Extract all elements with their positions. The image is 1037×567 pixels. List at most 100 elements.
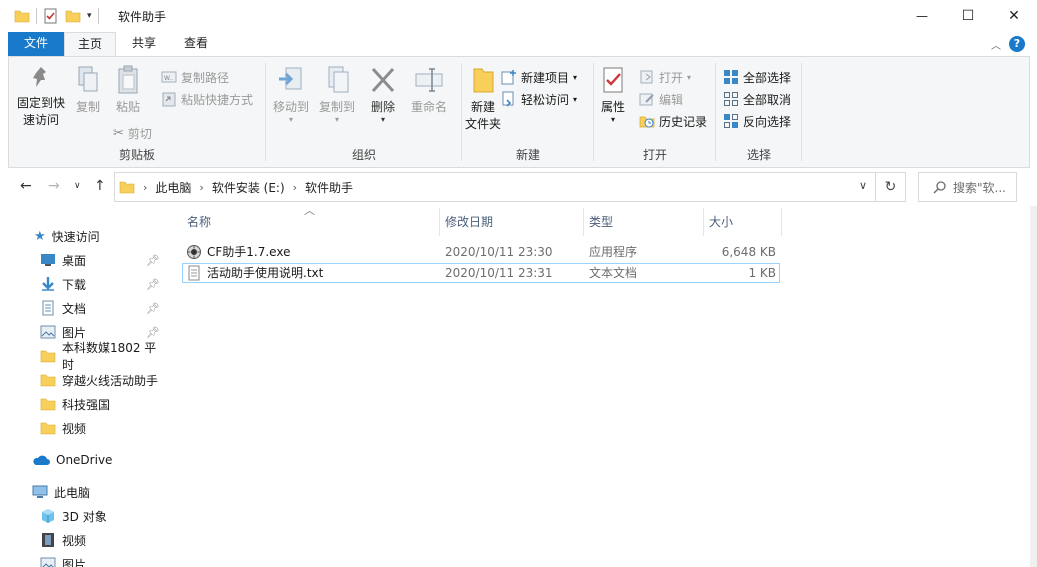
breadcrumb-current-folder[interactable]: 软件助手 <box>305 179 353 196</box>
column-separator[interactable] <box>781 208 782 236</box>
folder-icon <box>40 350 56 363</box>
paste-shortcut-icon <box>162 92 176 107</box>
nav-item-pictures[interactable]: 图片 <box>0 553 168 567</box>
new-folder-label-line1: 新建 <box>470 100 495 114</box>
nav-item-desktop[interactable]: 桌面 📌︎ <box>0 249 168 271</box>
nav-item-label: 穿越火线活动助手 <box>62 373 159 388</box>
pin-icon[interactable]: 📌︎ <box>146 302 160 315</box>
new-item-dropdown-icon: ▾ <box>573 72 578 82</box>
minimize-icon: — <box>916 9 928 23</box>
copy-button[interactable]: 复制 <box>71 65 105 116</box>
close-icon: ✕ <box>1008 8 1020 24</box>
invert-selection-button[interactable]: 反向选择 <box>723 111 791 131</box>
nav-this-pc[interactable]: 此电脑 <box>0 481 168 503</box>
breadcrumb-drive-e[interactable]: 软件安装 (E:) <box>212 179 285 196</box>
tab-share[interactable]: 共享 <box>118 32 170 56</box>
breadcrumb-this-pc[interactable]: 此电脑 <box>155 179 191 196</box>
ribbon-collapse-icon[interactable]: ︿ <box>991 37 1001 52</box>
properties-button[interactable]: 属性 ▾ <box>597 65 629 124</box>
rename-button[interactable]: 重命名 <box>405 65 453 116</box>
easy-access-dropdown-icon: ▾ <box>573 94 578 104</box>
select-all-label: 全部选择 <box>743 70 792 85</box>
file-size: 1 KB <box>748 266 776 280</box>
column-header-size[interactable]: 大小 <box>704 206 780 236</box>
nav-item-folder[interactable]: 科技强国 <box>0 393 168 415</box>
maximize-button[interactable]: ☐ <box>945 0 991 32</box>
delete-button[interactable]: 删除 ▾ <box>367 65 399 124</box>
pin-icon[interactable]: 📌︎ <box>146 254 160 267</box>
ribbon-separator <box>461 63 462 161</box>
pin-icon[interactable]: 📌︎ <box>146 278 160 291</box>
up-arrow-icon[interactable]: ↑ <box>94 178 106 194</box>
ribbon-separator <box>265 63 266 161</box>
nav-item-folder[interactable]: 本科数媒1802 平时 <box>0 341 168 372</box>
file-row[interactable]: 活动助手使用说明.txt 2020/10/11 23:31 文本文档 1 KB <box>182 263 780 283</box>
edit-label: 编辑 <box>659 92 684 107</box>
copy-path-button[interactable]: W.. 复制路径 <box>161 67 229 87</box>
qat-separator <box>97 8 99 24</box>
paste-button[interactable]: 粘贴 <box>111 65 145 116</box>
window-title: 软件助手 <box>118 10 167 24</box>
history-button[interactable]: 历史记录 <box>639 111 707 131</box>
ribbon-separator <box>593 63 594 161</box>
file-type: 应用程序 <box>589 245 638 259</box>
help-icon[interactable]: ? <box>1009 36 1025 52</box>
open-button[interactable]: 打开 ▾ <box>639 67 691 87</box>
group-select: 全部选择 全部取消 反向选择 选择 <box>717 61 801 165</box>
new-folder-button[interactable]: 新建 文件夹 <box>463 65 503 133</box>
column-header-modified[interactable]: 修改日期 <box>440 206 582 236</box>
qat-dropdown-icon[interactable]: ▾ <box>87 11 92 21</box>
forward-arrow-icon[interactable]: → <box>48 178 60 194</box>
file-name: 活动助手使用说明.txt <box>207 266 324 280</box>
file-row[interactable]: CF助手1.7.exe 2020/10/11 23:30 应用程序 6,648 … <box>182 242 780 262</box>
tab-file[interactable]: 文件 <box>8 32 64 56</box>
edit-button[interactable]: 编辑 <box>639 89 683 109</box>
search-placeholder: 搜索"软... <box>953 180 1006 195</box>
tab-home[interactable]: 主页 <box>64 32 116 56</box>
nav-item-documents[interactable]: 文档 📌︎ <box>0 297 168 319</box>
paste-shortcut-label: 粘贴快捷方式 <box>181 92 254 107</box>
new-group-label: 新建 <box>515 148 540 162</box>
nav-item-videos[interactable]: 视频 <box>0 529 168 551</box>
copy-to-button[interactable]: 复制到 ▾ <box>315 65 359 124</box>
nav-item-folder[interactable]: 视频 <box>0 417 168 439</box>
easy-access-button[interactable]: 轻松访问 ▾ <box>501 89 577 109</box>
back-arrow-icon[interactable]: ← <box>20 178 32 194</box>
move-to-button[interactable]: 移动到 ▾ <box>269 65 313 124</box>
refresh-button[interactable]: ↻ <box>876 172 906 202</box>
pin-quick-access-button[interactable]: 固定到快 速访问 <box>15 65 67 129</box>
folder-icon <box>14 10 30 23</box>
nav-item-downloads[interactable]: 下载 📌︎ <box>0 273 168 295</box>
search-box[interactable]: 搜索"软... <box>918 172 1017 202</box>
address-dropdown-icon[interactable]: ∨ <box>859 179 867 192</box>
select-none-label: 全部取消 <box>743 92 792 107</box>
folder-icon <box>40 422 56 435</box>
organize-group-label: 组织 <box>351 148 376 162</box>
new-item-button[interactable]: 新建项目 ▾ <box>501 67 577 87</box>
select-all-button[interactable]: 全部选择 <box>723 67 791 87</box>
nav-item-3d-objects[interactable]: 3D 对象 <box>0 505 168 527</box>
paste-shortcut-button[interactable]: 粘贴快捷方式 <box>161 89 253 109</box>
nav-quick-access[interactable]: ★ 快速访问 <box>0 225 168 247</box>
column-header-name[interactable]: 名称 <box>182 206 438 236</box>
tab-view[interactable]: 查看 <box>170 32 222 56</box>
address-bar[interactable]: › 此电脑 › 软件安装 (E:) › 软件助手 ∨ <box>114 172 876 202</box>
cut-button[interactable]: ✂ 剪切 <box>113 123 152 143</box>
easy-access-icon <box>502 91 514 107</box>
minimize-button[interactable]: — <box>899 0 945 32</box>
nav-item-folder[interactable]: 穿越火线活动助手 <box>0 369 168 391</box>
select-none-button[interactable]: 全部取消 <box>723 89 791 109</box>
pin-label-line1: 固定到快 <box>16 96 65 110</box>
properties-check-icon[interactable] <box>43 8 59 24</box>
copy-path-label: 复制路径 <box>181 70 230 85</box>
recent-locations-icon[interactable]: ∨ <box>74 181 81 191</box>
column-header-type[interactable]: 类型 <box>584 206 702 236</box>
pin-icon[interactable]: 📌︎ <box>146 326 160 339</box>
folder-icon <box>40 374 56 387</box>
close-button[interactable]: ✕ <box>991 0 1037 32</box>
clipboard-icon <box>118 65 138 94</box>
vertical-scrollbar[interactable] <box>1030 206 1037 567</box>
nav-onedrive[interactable]: OneDrive <box>0 449 168 471</box>
open-dropdown-icon: ▾ <box>687 72 692 82</box>
new-folder-icon[interactable] <box>65 8 81 24</box>
